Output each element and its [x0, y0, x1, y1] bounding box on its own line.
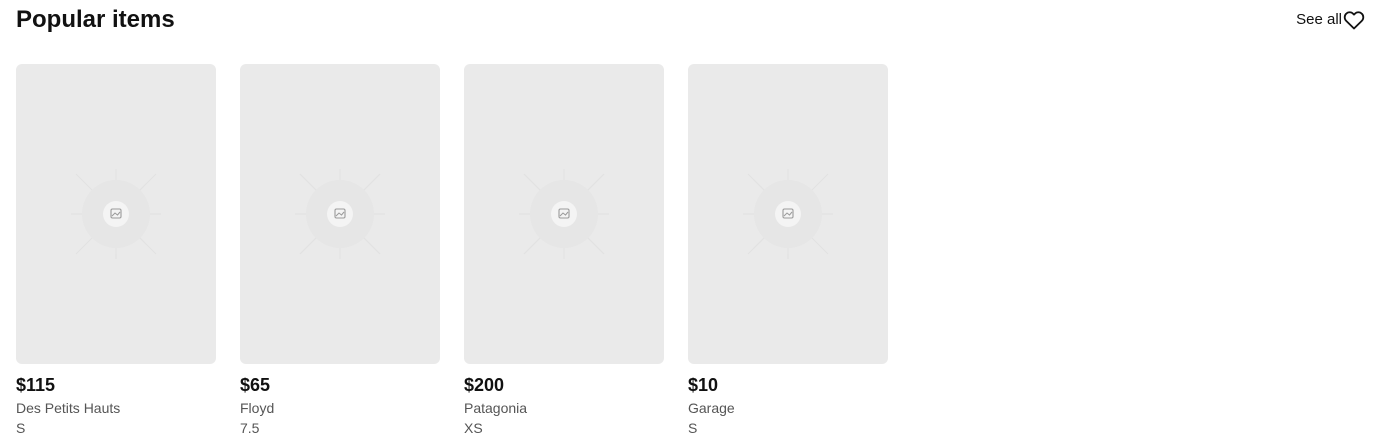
item-card[interactable]: $10 Garage S	[688, 64, 888, 438]
popular-items-section: Popular items See all $115 Des Petits Ha…	[0, 0, 1376, 440]
item-price: $10	[688, 375, 719, 395]
items-grid: $115 Des Petits Hauts S $65 Floyd 7.5 $2…	[16, 64, 888, 438]
item-brand: Floyd	[240, 400, 275, 416]
see-all-link[interactable]: See all	[1296, 8, 1366, 32]
item-card[interactable]: $200 Patagonia XS	[464, 64, 664, 438]
item-brand: Garage	[688, 400, 735, 416]
image-placeholder-icon	[295, 169, 385, 259]
item-brand: Patagonia	[464, 400, 528, 416]
item-price: $115	[16, 375, 56, 395]
item-size: 7.5	[240, 420, 260, 436]
item-price: $200	[464, 375, 505, 395]
item-size: XS	[464, 420, 483, 436]
item-price: $65	[240, 375, 271, 395]
section-title: Popular items	[16, 6, 175, 33]
item-image-placeholder[interactable]	[16, 64, 216, 364]
item-size: S	[688, 420, 698, 436]
image-placeholder-icon	[71, 169, 161, 259]
see-all-label: See all	[1296, 11, 1342, 28]
image-placeholder-icon	[519, 169, 609, 259]
image-placeholder-icon	[743, 169, 833, 259]
item-image-placeholder[interactable]	[240, 64, 440, 364]
heart-icon[interactable]	[1342, 8, 1366, 32]
item-card[interactable]: $65 Floyd 7.5	[240, 64, 440, 438]
item-card[interactable]: $115 Des Petits Hauts S	[16, 64, 216, 438]
item-size: S	[16, 420, 26, 436]
item-image-placeholder[interactable]	[464, 64, 664, 364]
item-image-placeholder[interactable]	[688, 64, 888, 364]
item-brand: Des Petits Hauts	[16, 400, 121, 416]
